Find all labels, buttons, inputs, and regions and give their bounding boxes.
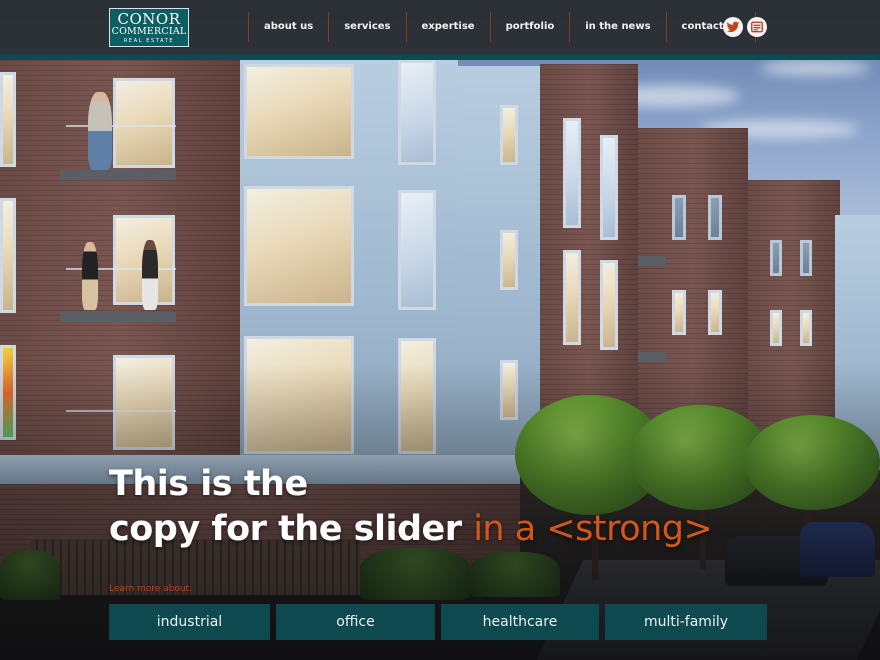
hero-shade: [0, 0, 880, 660]
category-healthcare-button[interactable]: healthcare: [441, 604, 599, 640]
headline-line-2-text: copy for the slider: [109, 509, 462, 549]
category-multi-family-button[interactable]: multi-family: [605, 604, 767, 640]
headline-line-1: This is the: [109, 464, 308, 504]
nav-item-in-the-news[interactable]: in the news: [569, 12, 665, 42]
category-buttons: industrial office healthcare multi-famil…: [109, 604, 767, 640]
header-divider: [0, 54, 880, 60]
company-logo[interactable]: CONOR COMMERCIAL REAL ESTATE: [109, 8, 189, 47]
logo-line-1: CONOR: [117, 10, 181, 28]
slider-headline: This is the copy for the slider in a <st…: [109, 462, 809, 552]
headline-line-2: copy for the slider in a <strong>: [109, 507, 809, 552]
nav-item-portfolio[interactable]: portfolio: [489, 12, 570, 42]
logo-line-2: COMMERCIAL: [111, 26, 187, 37]
nav-item-expertise[interactable]: expertise: [405, 12, 490, 42]
twitter-icon[interactable]: [723, 17, 743, 37]
headline-accent: in a <strong>: [473, 509, 713, 549]
nav-item-services[interactable]: services: [328, 12, 405, 42]
rss-icon[interactable]: [747, 17, 767, 37]
nav-item-about-us[interactable]: about us: [248, 12, 328, 42]
learn-more-label: Learn more about:: [109, 584, 193, 594]
category-industrial-button[interactable]: industrial: [109, 604, 270, 640]
category-office-button[interactable]: office: [276, 604, 435, 640]
logo-line-3: REAL ESTATE: [123, 38, 175, 44]
hero-slider-image: [0, 0, 880, 660]
main-nav: about us services expertise portfolio in…: [248, 12, 757, 42]
